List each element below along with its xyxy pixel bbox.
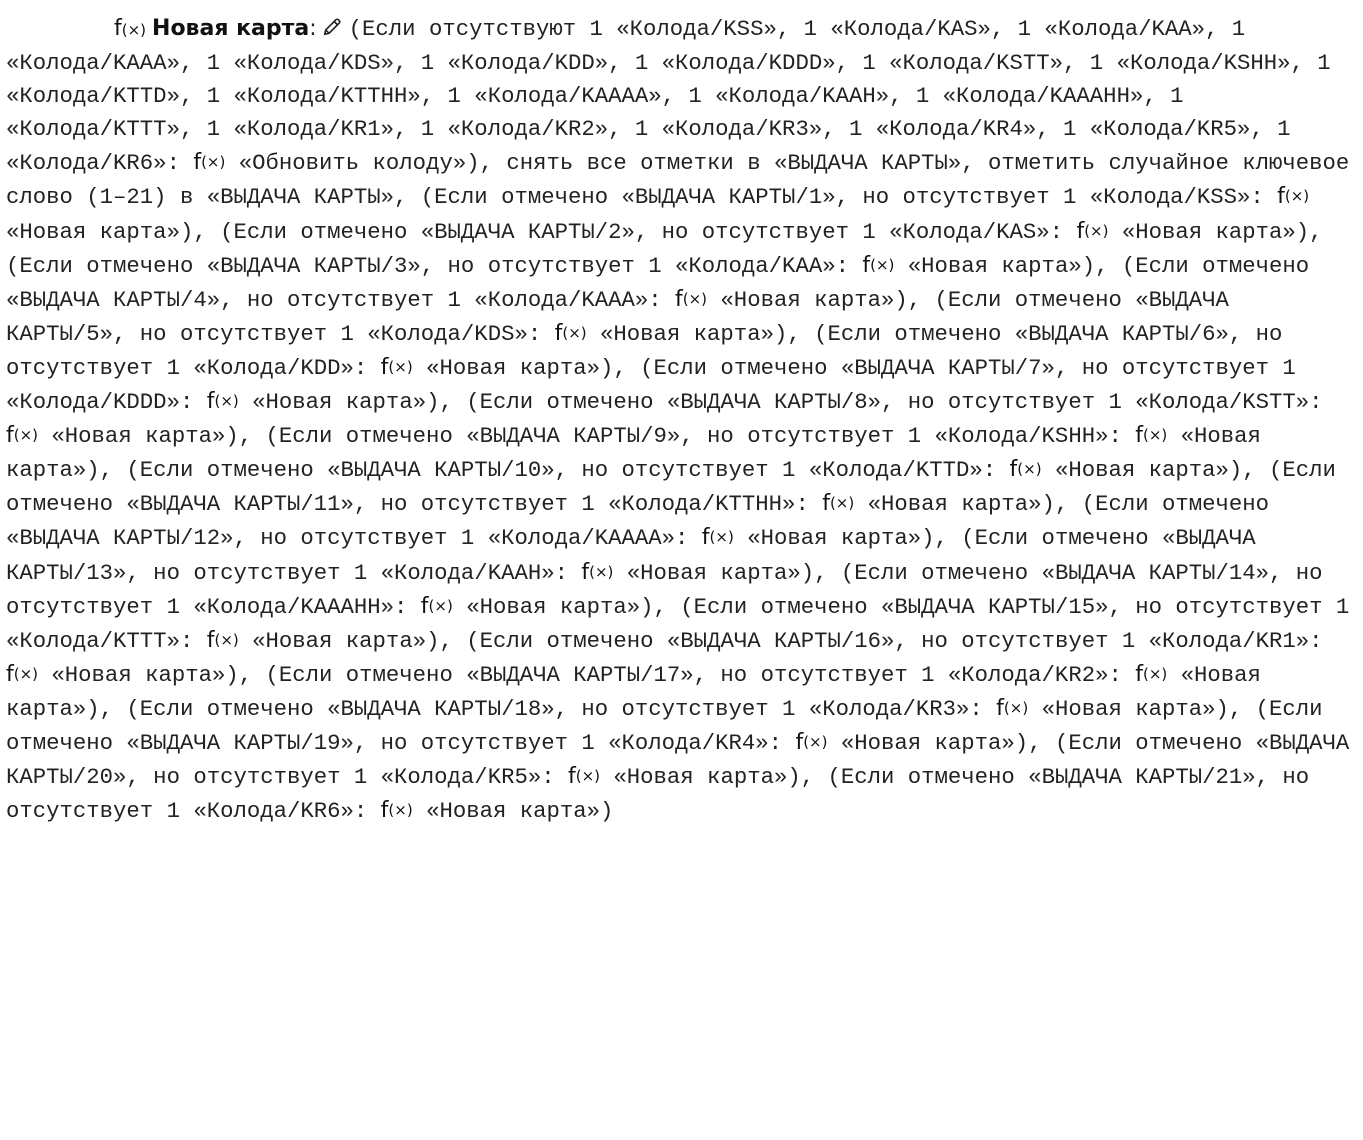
function-call-icon[interactable]: f(×): [381, 798, 413, 823]
function-title: Новая карта: [152, 16, 310, 41]
title-colon: :: [309, 16, 317, 41]
function-body: (Если отсутствуют 1 «Колода/KSS», 1 «Кол…: [6, 16, 1349, 824]
body-text-segment: «Новая карта»): [412, 798, 614, 825]
function-call-icon[interactable]: f(×): [193, 150, 225, 175]
function-call-icon[interactable]: f(×): [6, 662, 38, 687]
body-text-segment: «Новая карта»), (Если отмечено «ВЫДАЧА К…: [38, 661, 1136, 688]
body-text-segment: «Новая карта»), (Если отмечено «ВЫДАЧА К…: [6, 218, 1077, 245]
function-call-icon[interactable]: f(×): [6, 423, 38, 448]
function-call-icon[interactable]: f(×): [555, 321, 587, 346]
body-text-segment: «Новая карта»), (Если отмечено «ВЫДАЧА К…: [38, 423, 1136, 450]
function-call-icon[interactable]: f(×): [1135, 662, 1167, 687]
function-call-icon[interactable]: f(×): [207, 628, 239, 653]
function-call-icon[interactable]: f(×): [207, 389, 239, 414]
function-call-icon[interactable]: f(×): [1135, 423, 1167, 448]
function-call-icon[interactable]: f(×): [1076, 219, 1108, 244]
function-call-icon[interactable]: f(×): [795, 730, 827, 755]
function-definition: f(×) Новая карта: (Если отсутствуют 1 «Кол…: [6, 12, 1358, 828]
function-call-icon[interactable]: f(×): [381, 355, 413, 380]
function-call-icon[interactable]: f(×): [822, 491, 854, 516]
function-icon: f(×): [114, 16, 147, 41]
body-text-segment: «Новая карта»), (Если отмечено «ВЫДАЧА К…: [238, 389, 1323, 416]
function-call-icon[interactable]: f(×): [1010, 457, 1042, 482]
body-text-segment: «Новая карта»), (Если отмечено «ВЫДАЧА К…: [238, 627, 1323, 654]
pencil-icon[interactable]: [321, 16, 343, 38]
function-call-icon[interactable]: f(×): [1277, 184, 1309, 209]
function-call-icon[interactable]: f(×): [862, 253, 894, 278]
function-call-icon[interactable]: f(×): [421, 594, 453, 619]
function-call-icon[interactable]: f(×): [568, 764, 600, 789]
function-call-icon[interactable]: f(×): [996, 696, 1028, 721]
function-call-icon[interactable]: f(×): [702, 525, 734, 550]
function-call-icon[interactable]: f(×): [581, 560, 613, 585]
function-call-icon[interactable]: f(×): [675, 287, 707, 312]
